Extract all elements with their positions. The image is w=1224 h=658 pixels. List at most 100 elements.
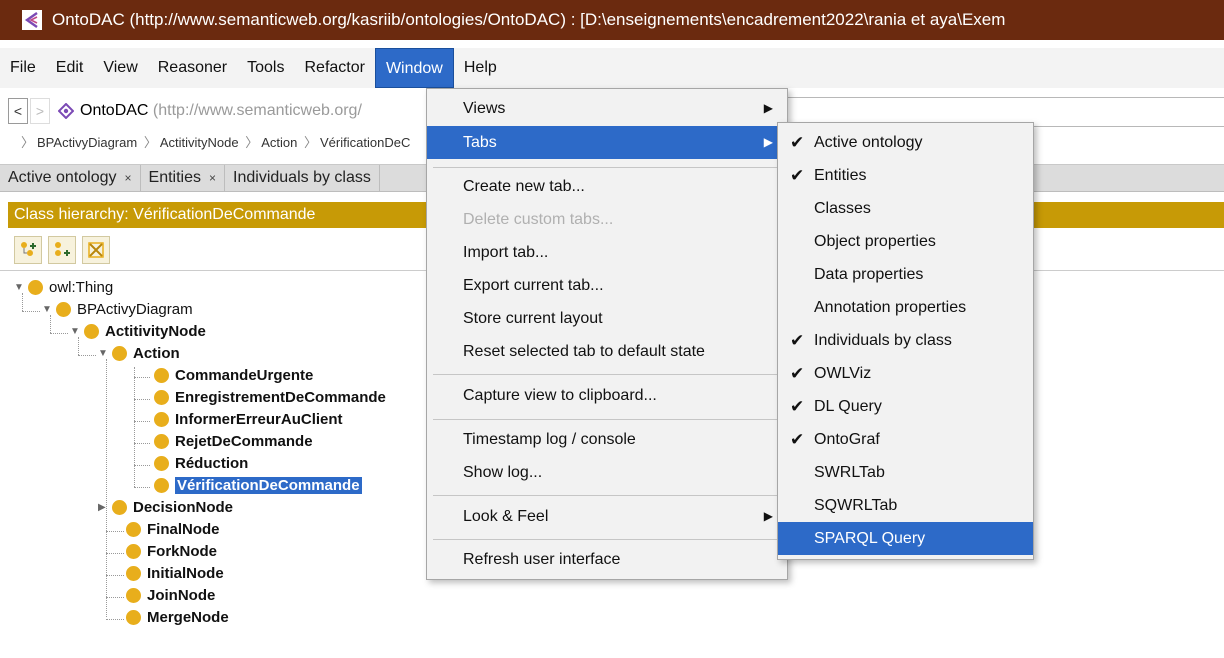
submenu-item-individuals-by-class[interactable]: ✔ Individuals by class [778,324,1033,357]
menu-item-views[interactable]: Views ▶ [427,92,787,125]
class-icon [28,280,43,295]
add-sibling-class-icon[interactable] [48,236,76,264]
class-icon [112,346,127,361]
breadcrumb-item[interactable]: ActitivityNode [160,135,239,150]
class-icon [154,412,169,427]
breadcrumb-item[interactable]: BPActivyDiagram [37,135,137,150]
ontology-nav: < > OntoDAC (http://www.semanticweb.org/ [8,97,428,125]
menu-reasoner[interactable]: Reasoner [148,48,237,88]
expand-toggle-icon[interactable]: ▶ [98,502,110,513]
class-icon [56,302,71,317]
tree-node-owl-thing[interactable]: ▼ owl:Thing [14,279,113,296]
menu-window[interactable]: Window [374,48,454,88]
back-button[interactable]: < [8,98,28,124]
expand-toggle-icon[interactable]: ▼ [42,304,54,315]
menu-item-export-current-tab[interactable]: Export current tab... [427,269,787,302]
forward-button[interactable]: > [30,98,50,124]
ontology-icon [58,103,74,119]
tree-node-bpactivydiagram[interactable]: ▼ BPActivyDiagram [42,301,193,318]
submenu-item-dl-query[interactable]: ✔ DL Query [778,390,1033,423]
menu-item-show-log[interactable]: Show log... [427,456,787,489]
add-subclass-icon[interactable] [14,236,42,264]
check-icon: ✔ [790,397,805,416]
menu-tools[interactable]: Tools [237,48,294,88]
submenu-item-ontograf[interactable]: ✔ OntoGraf [778,423,1033,456]
tree-node-initialnode[interactable]: InitialNode [112,565,224,582]
tree-node-commandeurgente[interactable]: CommandeUrgente [140,367,313,384]
submenu-item-sparql-query[interactable]: SPARQL Query [778,522,1033,555]
class-icon [126,544,141,559]
menu-bar: File Edit View Reasoner Tools Refactor W… [0,48,1224,88]
active-ontology-label[interactable]: OntoDAC (http://www.semanticweb.org/ [80,102,362,120]
check-icon: ✔ [790,133,805,152]
menu-refactor[interactable]: Refactor [294,48,374,88]
menu-item-create-new-tab[interactable]: Create new tab... [427,170,787,203]
class-icon [154,478,169,493]
check-icon: ✔ [790,166,805,185]
tree-node-finalnode[interactable]: FinalNode [112,521,220,538]
tab-active-ontology[interactable]: Active ontology × [0,165,141,191]
close-icon[interactable]: × [125,171,132,185]
tree-node-informererreurauclient[interactable]: InformerErreurAuClient [140,411,343,428]
class-icon [154,390,169,405]
submenu-item-swrltab[interactable]: SWRLTab [778,456,1033,489]
tree-node-mergenode[interactable]: MergeNode [112,609,229,626]
submenu-item-object-properties[interactable]: Object properties [778,225,1033,258]
tree-node-actitivitynode[interactable]: ▼ ActitivityNode [70,323,206,340]
submenu-item-annotation-properties[interactable]: Annotation properties [778,291,1033,324]
ontology-name: OntoDAC [80,102,149,119]
submenu-item-classes[interactable]: Classes [778,192,1033,225]
menu-separator [433,495,781,496]
menu-item-store-current-layout[interactable]: Store current layout [427,302,787,335]
menu-separator [433,167,781,168]
tab-entities[interactable]: Entities × [141,165,226,191]
menu-edit[interactable]: Edit [46,48,94,88]
menu-item-reset-selected-tab[interactable]: Reset selected tab to default state [427,335,787,368]
menu-item-refresh-ui[interactable]: Refresh user interface [427,543,787,576]
delete-class-icon[interactable] [82,236,110,264]
submenu-arrow-icon: ▶ [763,101,773,115]
submenu-item-entities[interactable]: ✔ Entities [778,159,1033,192]
protege-icon [22,10,42,30]
menu-item-import-tab[interactable]: Import tab... [427,236,787,269]
breadcrumb-item[interactable]: VérificationDeC [320,135,410,150]
tree-node-rejetdecommande[interactable]: RejetDeCommande [140,433,313,450]
menu-separator [433,374,781,375]
tab-individuals-by-class[interactable]: Individuals by class [225,165,380,191]
submenu-item-data-properties[interactable]: Data properties [778,258,1033,291]
menu-item-look-and-feel[interactable]: Look & Feel ▶ [427,500,787,533]
menu-separator [433,419,781,420]
class-icon [126,522,141,537]
menu-separator [433,539,781,540]
menu-item-timestamp-log[interactable]: Timestamp log / console [427,423,787,456]
title-bar: OntoDAC (http://www.semanticweb.org/kasr… [0,0,1224,40]
submenu-item-owlviz[interactable]: ✔ OWLViz [778,357,1033,390]
breadcrumb: 〉 BPActivyDiagram 〉 ActitivityNode 〉 Action… [21,135,411,150]
check-icon: ✔ [790,364,805,383]
tree-node-decisionnode[interactable]: ▶ DecisionNode [98,499,233,516]
submenu-item-sqwrltab[interactable]: SQWRLTab [778,489,1033,522]
menu-item-tabs[interactable]: Tabs ▶ [427,126,787,159]
tree-node-joinnode[interactable]: JoinNode [112,587,215,604]
expand-toggle-icon[interactable]: ▼ [98,348,110,359]
close-icon[interactable]: × [209,171,216,185]
expand-toggle-icon[interactable]: ▼ [70,326,82,337]
hierarchy-toolbar [14,236,110,264]
submenu-item-active-ontology[interactable]: ✔ Active ontology [778,126,1033,159]
menu-help[interactable]: Help [454,48,507,88]
class-icon [126,588,141,603]
tree-node-reduction[interactable]: Réduction [140,455,248,472]
menu-item-capture-view[interactable]: Capture view to clipboard... [427,379,787,412]
tree-node-verificationdecommande[interactable]: VérificationDeCommande [140,477,362,494]
menu-view[interactable]: View [93,48,147,88]
tree-node-enregistrementdecommande[interactable]: EnregistrementDeCommande [140,389,386,406]
breadcrumb-item[interactable]: Action [261,135,297,150]
expand-toggle-icon[interactable]: ▼ [14,282,26,293]
tree-node-action[interactable]: ▼ Action [98,345,180,362]
menu-file[interactable]: File [0,48,46,88]
window-menu: Views ▶ Tabs ▶ Create new tab... Delete cu… [426,88,788,580]
window-title: OntoDAC (http://www.semanticweb.org/kasr… [52,10,1006,29]
tabs-submenu: ✔ Active ontology ✔ Entities Classes Objec… [777,122,1034,560]
tree-node-forknode[interactable]: ForkNode [112,543,217,560]
class-icon [84,324,99,339]
